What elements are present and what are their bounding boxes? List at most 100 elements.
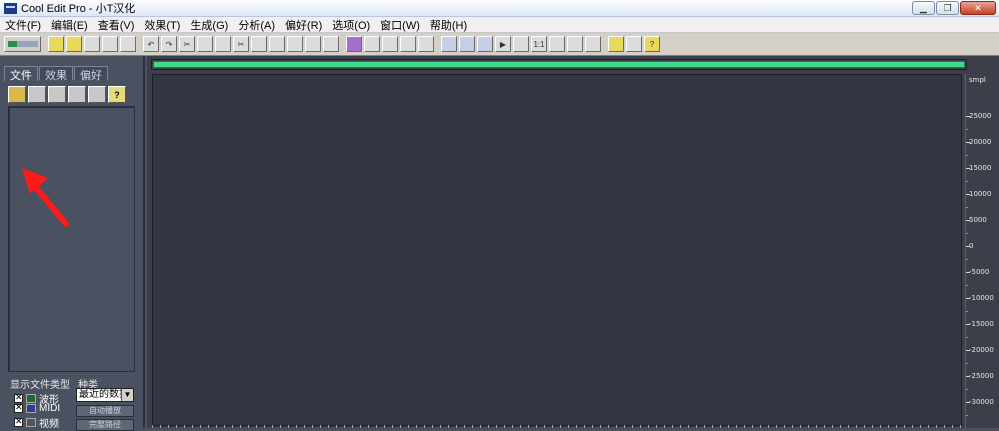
ruler-label: 5000 (969, 216, 987, 224)
menu-options[interactable]: 选项(O) (327, 17, 375, 33)
window-title: Cool Edit Pro - 小T汉化 (21, 3, 136, 15)
file-type-midi[interactable]: MIDI (14, 402, 61, 414)
spectral-icon[interactable] (382, 36, 398, 52)
menu-bar: 文件(F) 编辑(E) 查看(V) 效果(T) 生成(G) 分析(A) 偏好(R… (0, 17, 999, 33)
window-controls: ▁ ❐ ✕ (912, 1, 996, 15)
ruler-minor-tick (966, 129, 968, 130)
amplitude-ruler: smpl 25000 20000 15000 10000 5000 0 -5000 -1000… (965, 74, 999, 428)
paste-icon[interactable] (215, 36, 231, 52)
ruler-minor-tick (966, 285, 968, 286)
ruler-label: 15000 (969, 164, 992, 172)
level-meter-icon[interactable] (567, 36, 583, 52)
close-file-icon[interactable] (28, 86, 46, 103)
ruler-label: -20000 (969, 346, 994, 354)
insert-icon[interactable] (48, 86, 66, 103)
organizer-toolbar: ? (8, 86, 128, 103)
grid-icon[interactable] (287, 36, 303, 52)
trim-icon[interactable] (251, 36, 267, 52)
ruler-label: -25000 (969, 372, 994, 380)
menu-file[interactable]: 文件(F) (0, 17, 46, 33)
settings-icon[interactable] (626, 36, 642, 52)
pan-view-icon[interactable] (477, 36, 493, 52)
tab-effects[interactable]: 效果 (39, 66, 73, 82)
ruler-label: 10000 (969, 190, 992, 198)
ruler-label: 25000 (969, 112, 992, 120)
file-list[interactable] (8, 106, 135, 372)
open-file-icon[interactable] (8, 86, 26, 103)
ruler-minor-tick (966, 233, 968, 234)
waveform-display[interactable] (152, 74, 962, 426)
cut-icon[interactable]: ✂ (179, 36, 195, 52)
tab-favorites[interactable]: 偏好 (74, 66, 108, 82)
bpm-icon[interactable] (549, 36, 565, 52)
help-icon[interactable]: ? (108, 86, 126, 103)
bars-icon[interactable] (400, 36, 416, 52)
video-icon (26, 418, 36, 427)
menu-effects[interactable]: 效果(T) (139, 17, 185, 33)
scissors-icon[interactable]: ✂ (233, 36, 249, 52)
full-path-button[interactable]: 完整路径 (76, 419, 134, 431)
checkbox[interactable] (14, 416, 23, 427)
insert-multitrack-icon[interactable] (68, 86, 86, 103)
ruler-minor-tick (966, 181, 968, 182)
file-type-label: MIDI (39, 403, 61, 414)
organizer-tabs: 文件 效果 偏好 (4, 66, 109, 82)
copy-icon[interactable] (197, 36, 213, 52)
annotation-arrow-icon (22, 168, 69, 227)
spectral-view-icon[interactable] (459, 36, 475, 52)
autoplay-button[interactable]: 自动播放 (76, 405, 134, 417)
ratio-icon[interactable]: 1:1 (531, 36, 547, 52)
minimize-button[interactable]: ▁ (912, 1, 935, 15)
close-file-icon[interactable] (120, 36, 136, 52)
app-icon (4, 2, 17, 14)
sort-dropdown[interactable]: 最近的数排 ▼ (76, 388, 134, 402)
overview-bar[interactable] (153, 61, 965, 68)
save-icon[interactable] (84, 36, 100, 52)
menu-edit[interactable]: 编辑(E) (46, 17, 93, 33)
menu-help[interactable]: 帮助(H) (425, 17, 472, 33)
options-icon[interactable] (608, 36, 624, 52)
multitrack-toggle-button[interactable] (4, 36, 41, 52)
redo-icon[interactable]: ↷ (161, 36, 177, 52)
waveform-view-icon[interactable] (441, 36, 457, 52)
ruler-label: -15000 (969, 320, 994, 328)
frequency-icon[interactable] (364, 36, 380, 52)
show-file-types-label: 显示文件类型 (10, 380, 70, 391)
title-bar: Cool Edit Pro - 小T汉化 ▁ ❐ ✕ (0, 0, 999, 17)
ruler-minor-tick (966, 415, 968, 416)
menu-analyze[interactable]: 分析(A) (233, 17, 280, 33)
waveform-icon (26, 394, 36, 403)
loop-icon[interactable] (323, 36, 339, 52)
new-file-icon[interactable] (48, 36, 64, 52)
zoom-icon[interactable] (513, 36, 529, 52)
organizer-panel: 文件 效果 偏好 ? 显示文件类型 种类 波形 MIDI 视频 最近的数排 ▼ … (0, 56, 145, 431)
list-icon[interactable] (585, 36, 601, 52)
envelope-icon[interactable] (346, 36, 362, 52)
open-file-icon[interactable] (66, 36, 82, 52)
undo-icon[interactable]: ↶ (143, 36, 159, 52)
ruler-minor-tick (966, 363, 968, 364)
menu-view[interactable]: 查看(V) (93, 17, 140, 33)
mix-paste-icon[interactable] (269, 36, 285, 52)
restore-button[interactable]: ❐ (936, 1, 959, 15)
menu-window[interactable]: 窗口(W) (375, 17, 425, 33)
cue-icon[interactable] (305, 36, 321, 52)
save-as-icon[interactable] (102, 36, 118, 52)
ruler-unit: smpl (969, 76, 986, 84)
midi-icon (26, 404, 36, 413)
ruler-label: 0 (969, 242, 974, 250)
menu-generate[interactable]: 生成(G) (185, 17, 233, 33)
close-button[interactable]: ✕ (960, 1, 996, 15)
ruler-label: -30000 (969, 398, 994, 406)
checkbox[interactable] (14, 402, 23, 413)
chevron-down-icon[interactable]: ▼ (121, 389, 133, 401)
tab-files[interactable]: 文件 (4, 66, 38, 82)
ruler-label: -10000 (969, 294, 994, 302)
help-icon[interactable]: ? (644, 36, 660, 52)
menu-favorites[interactable]: 偏好(R) (280, 17, 327, 33)
waveform-editor: smpl 25000 20000 15000 10000 5000 0 -5000 -1000… (147, 56, 999, 428)
play-icon[interactable]: ▶ (495, 36, 511, 52)
options-icon[interactable] (88, 86, 106, 103)
ruler-minor-tick (966, 155, 968, 156)
settings-grid-icon[interactable] (418, 36, 434, 52)
